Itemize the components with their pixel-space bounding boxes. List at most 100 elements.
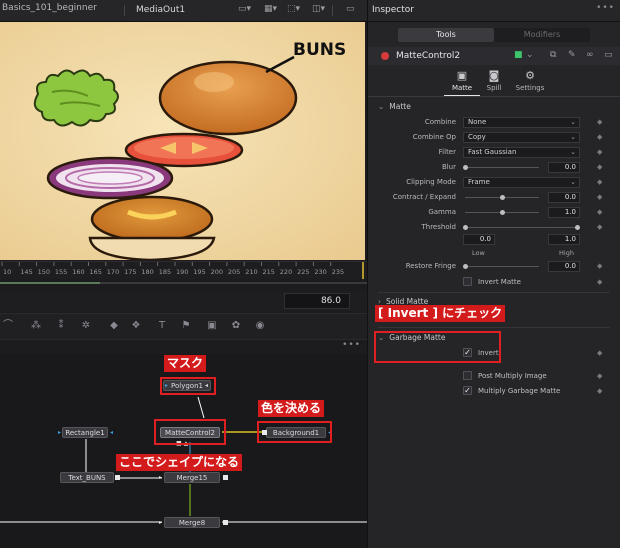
- invert-checkbox[interactable]: ✓: [463, 348, 472, 357]
- threshold-range-slider[interactable]: [465, 227, 577, 228]
- filter-dropdown[interactable]: Fast Gaussian ⌄: [463, 147, 580, 158]
- timeline-scrollbar[interactable]: [0, 279, 367, 289]
- ruler-tick-label: 145: [20, 268, 32, 276]
- color-icon[interactable]: ◫▾: [312, 4, 325, 14]
- brush-icon[interactable]: ⁑: [55, 320, 67, 332]
- gamma-value[interactable]: 1.0: [548, 207, 580, 218]
- node-merge15[interactable]: ▸ Merge15: [159, 472, 220, 483]
- threshold-high-caption: High: [559, 249, 574, 257]
- combine-dropdown[interactable]: None ⌄: [463, 117, 580, 128]
- keyframe-icon[interactable]: ◆: [597, 262, 602, 270]
- copy-icon[interactable]: ⧉: [550, 50, 556, 60]
- tab-tools[interactable]: Tools: [398, 28, 494, 42]
- shape-icon[interactable]: ❖: [130, 320, 142, 332]
- spill-icon: ◙: [488, 69, 500, 82]
- inspector-title: Inspector: [372, 5, 414, 15]
- section-matte[interactable]: ⌄ Matte: [378, 102, 411, 111]
- contract-expand-knob[interactable]: [500, 195, 505, 200]
- chevron-down-icon[interactable]: ⌄: [526, 50, 534, 60]
- node-rectangle1[interactable]: ▸ Rectangle1 ◂: [58, 427, 113, 438]
- tab-spill[interactable]: ◙ Spill: [476, 69, 512, 93]
- keyframe-icon[interactable]: ◆: [597, 372, 602, 380]
- link-icon[interactable]: ∞: [586, 50, 594, 60]
- callout-mask: マスク: [164, 355, 207, 372]
- keyframe-icon[interactable]: ◆: [597, 193, 602, 201]
- chevron-down-icon: ⌄: [570, 133, 576, 141]
- burger-illustration: BUNS: [0, 22, 365, 260]
- node-text-buns[interactable]: Text_BUNS: [60, 472, 114, 483]
- text3d-icon[interactable]: T: [156, 320, 168, 332]
- keyframe-icon[interactable]: ◆: [597, 118, 602, 126]
- timeline-ruler[interactable]: 10 145 150 155 160 165 170 175 180 185 190 195 200 20…: [0, 261, 367, 280]
- light-icon[interactable]: ✿: [230, 320, 242, 332]
- keyframe-icon[interactable]: ◆: [597, 349, 602, 357]
- viewer-canvas[interactable]: BUNS: [0, 22, 365, 260]
- threshold-high-value[interactable]: 1.0: [548, 234, 580, 245]
- viewer-panel: Basics_101_beginner MediaOut1 ▭▾ ▦▾ ⬚▾ ◫…: [0, 0, 367, 548]
- clipping-mode-dropdown[interactable]: Frame ⌄: [463, 177, 580, 188]
- node-color-dot[interactable]: [381, 52, 389, 60]
- invert-matte-checkbox[interactable]: [463, 277, 472, 286]
- threshold-low-value[interactable]: 0.0: [463, 234, 495, 245]
- ruler-tick-label: 150: [38, 268, 50, 276]
- particle-icon[interactable]: ⁂: [30, 320, 42, 332]
- paint-icon[interactable]: ✲: [80, 320, 92, 332]
- node-name: MatteControl2: [396, 51, 461, 61]
- version-icon[interactable]: ■: [514, 50, 523, 60]
- polygon-tool-icon[interactable]: ⌒: [2, 320, 14, 332]
- inspector-header: Inspector •••: [368, 0, 620, 22]
- window-icon[interactable]: ▭: [346, 4, 355, 14]
- blur-label: Blur: [441, 163, 456, 171]
- invert-matte-label: Invert Matte: [478, 278, 521, 286]
- multiply-garbage-checkbox[interactable]: ✓: [463, 386, 472, 395]
- blur-value[interactable]: 0.0: [548, 162, 580, 173]
- roi-icon[interactable]: ⬚▾: [287, 4, 300, 14]
- camera-icon[interactable]: ▣: [206, 320, 218, 332]
- viewer-toolbar: Basics_101_beginner MediaOut1 ▭▾ ▦▾ ⬚▾ ◫…: [0, 0, 367, 22]
- pin-icon[interactable]: ✎: [568, 50, 576, 60]
- tab-settings[interactable]: ⚙ Settings: [512, 69, 548, 93]
- tab-modifiers[interactable]: Modifiers: [494, 28, 590, 42]
- combine-op-dropdown[interactable]: Copy ⌄: [463, 132, 580, 143]
- node-merge8[interactable]: ▸ Merge8: [159, 517, 220, 528]
- keyframe-icon[interactable]: ◆: [597, 223, 602, 231]
- gamma-knob[interactable]: [500, 210, 505, 215]
- keyframe-icon[interactable]: ◆: [597, 163, 602, 171]
- contract-expand-value[interactable]: 0.0: [548, 192, 580, 203]
- blur-knob[interactable]: [463, 165, 468, 170]
- inspector-more-icon[interactable]: •••: [596, 3, 615, 13]
- keyframe-icon[interactable]: ◆: [597, 278, 602, 286]
- blur-slider[interactable]: [465, 167, 539, 168]
- keyframe-icon[interactable]: ◆: [597, 178, 602, 186]
- restore-fringe-value[interactable]: 0.0: [548, 261, 580, 272]
- gamma-label: Gamma: [428, 208, 456, 216]
- ruler-tick-label: 225: [297, 268, 309, 276]
- restore-fringe-slider[interactable]: [465, 266, 539, 267]
- threshold-low-knob[interactable]: [463, 225, 468, 230]
- restore-fringe-knob[interactable]: [463, 264, 468, 269]
- merge3d-icon[interactable]: ⚑: [180, 320, 192, 332]
- more-options-icon[interactable]: •••: [342, 340, 361, 350]
- node-editor[interactable]: ▸ Polygon1 ◂ マスク MatteControl2 ■ ▲ Backg…: [0, 354, 367, 548]
- ruler-tick-label: 205: [228, 268, 240, 276]
- ruler-tick-label: 200: [211, 268, 223, 276]
- file-label: Basics_101_beginner: [2, 3, 97, 13]
- post-multiply-checkbox[interactable]: [463, 371, 472, 380]
- close-icon[interactable]: ▭: [604, 50, 613, 60]
- 3d-box-icon[interactable]: ◆: [108, 320, 120, 332]
- threshold-high-knob[interactable]: [575, 225, 580, 230]
- tab-matte[interactable]: ▣ Matte: [444, 70, 480, 93]
- settings-icon: ⚙: [525, 69, 535, 82]
- grid-icon[interactable]: ▦▾: [264, 4, 277, 14]
- keyframe-icon[interactable]: ◆: [597, 208, 602, 216]
- keyframe-icon[interactable]: ◆: [597, 133, 602, 141]
- keyframe-icon[interactable]: ◆: [597, 387, 602, 395]
- ruler-tick-label: 165: [90, 268, 102, 276]
- tools-modifiers-toggle: Tools Modifiers: [398, 28, 590, 42]
- chevron-down-icon: ⌄: [570, 148, 576, 156]
- ruler-tick-label: 215: [263, 268, 275, 276]
- keyframe-icon[interactable]: ◆: [597, 148, 602, 156]
- renderer-icon[interactable]: ◉: [254, 320, 266, 332]
- current-frame-field[interactable]: 86.0: [284, 293, 350, 309]
- fit-icon[interactable]: ▭▾: [238, 4, 251, 14]
